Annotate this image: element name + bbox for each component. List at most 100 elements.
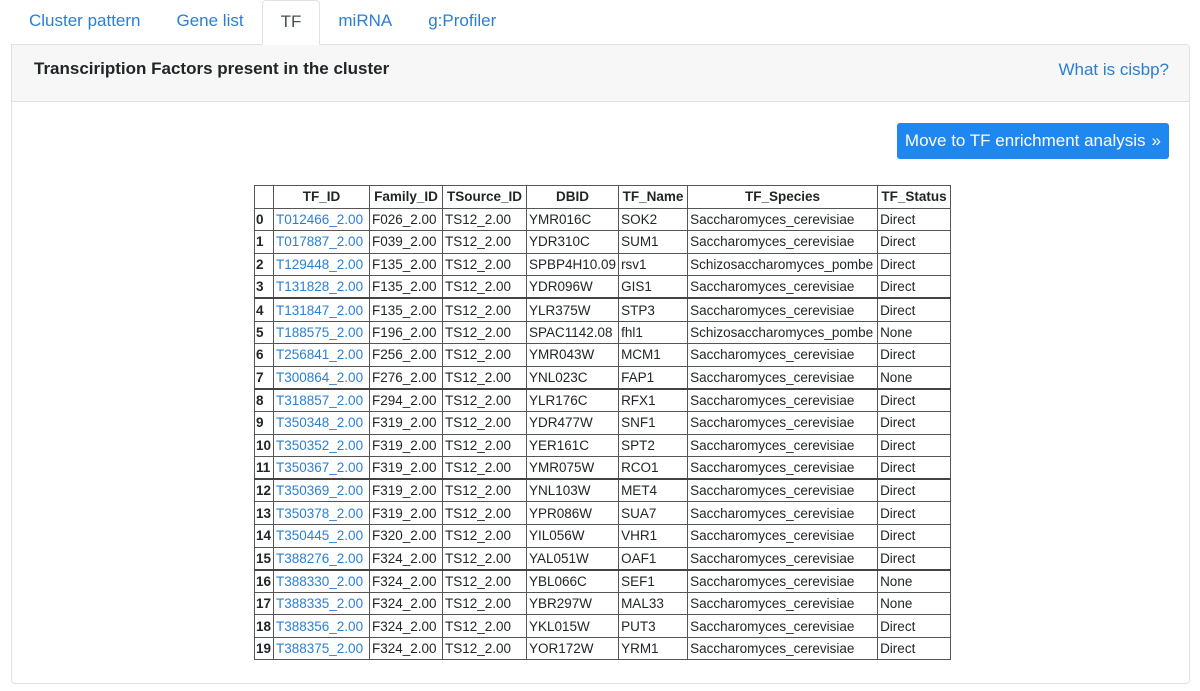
tf-status: Direct [877,478,952,503]
family-id: F276_2.00 [369,365,443,390]
tsource-id: TS12_2.00 [442,614,527,638]
tf-id-link[interactable]: T350445_2.00 [273,523,370,548]
tf-id-link[interactable]: T318857_2.00 [273,387,370,412]
what-is-cisbp-link[interactable]: What is cisbp? [1058,60,1169,80]
tf-species: Saccharomyces_cerevisiae [687,387,879,412]
tsource-id: TS12_2.00 [442,456,527,480]
column-header: Family_ID [369,185,443,209]
row-index: 16 [254,568,274,593]
dbid: YDR096W [525,275,620,299]
family-id: F319_2.00 [369,478,443,503]
tf-name: rsv1 [618,252,689,277]
tf-id-link[interactable]: T256841_2.00 [273,343,370,367]
tf-name: SEF1 [618,568,689,593]
tf-id-link[interactable]: T131828_2.00 [273,275,370,299]
family-id: F319_2.00 [369,410,443,435]
tf-id-link[interactable]: T017887_2.00 [273,230,370,254]
dbid: YER161C [525,433,620,458]
table-header-row: TF_ID Family_ID TSource_ID DBID TF_Name TF_Sp… [254,185,952,209]
tf-id-link[interactable]: T129448_2.00 [273,252,370,277]
tf-status: None [877,320,952,345]
family-id: F319_2.00 [369,433,443,458]
dbid: YKL015W [525,614,620,638]
row-index: 11 [254,456,274,480]
tf-id-link[interactable]: T350369_2.00 [273,478,370,503]
family-id: F320_2.00 [369,523,443,548]
tf-id-link[interactable]: T188575_2.00 [273,320,370,345]
tsource-id: TS12_2.00 [442,297,527,322]
table-row: 5 T188575_2.00 F196_2.00 TS12_2.00 SPAC1142.… [254,320,952,345]
row-index: 17 [254,591,274,616]
tf-species: Saccharomyces_cerevisiae [687,478,879,503]
table-row: 16 T388330_2.00 F324_2.00 TS12_2.00 YBL066C S… [254,568,952,593]
move-button-label: Move to TF enrichment analysis [904,131,1146,150]
dbid: YOR172W [525,636,620,661]
table-row: 3 T131828_2.00 F135_2.00 TS12_2.00 YDR096W GI… [254,275,952,299]
tf-species: Saccharomyces_cerevisiae [687,614,879,638]
tf-status: None [877,365,952,390]
dbid: YPR086W [525,501,620,525]
tf-species: Saccharomyces_cerevisiae [687,410,879,435]
row-index: 3 [254,275,274,299]
tf-id-link[interactable]: T350367_2.00 [273,456,370,480]
tf-species: Saccharomyces_cerevisiae [687,568,879,593]
column-header: TF_Status [877,185,952,209]
column-header: DBID [525,185,620,209]
row-index: 0 [254,207,274,232]
tsource-id: TS12_2.00 [442,433,527,458]
tsource-id: TS12_2.00 [442,478,527,503]
tf-id-link[interactable]: T131847_2.00 [273,297,370,322]
tsource-id: TS12_2.00 [442,546,527,571]
dbid: YDR310C [525,230,620,254]
tab-mirna[interactable]: miRNA [320,0,410,45]
family-id: F196_2.00 [369,320,443,345]
tab-gprofiler[interactable]: g:Profiler [410,0,514,45]
tf-name: STP3 [618,297,689,322]
tf-id-link[interactable]: T350378_2.00 [273,501,370,525]
table-row: 17 T388335_2.00 F324_2.00 TS12_2.00 YBR297W M… [254,591,952,616]
column-header [254,185,274,209]
tf-status: Direct [877,456,952,480]
column-header: TSource_ID [442,185,527,209]
tab-gene-list[interactable]: Gene list [159,0,262,45]
tf-id-link[interactable]: T388335_2.00 [273,591,370,616]
tf-name: RFX1 [618,387,689,412]
tf-id-link[interactable]: T350348_2.00 [273,410,370,435]
tf-id-link[interactable]: T350352_2.00 [273,433,370,458]
tf-name: SUM1 [618,230,689,254]
table-row: 1 T017887_2.00 F039_2.00 TS12_2.00 YDR310C SU… [254,230,952,254]
column-header: TF_Name [618,185,689,209]
tf-id-link[interactable]: T388276_2.00 [273,546,370,571]
row-index: 10 [254,433,274,458]
tf-status: Direct [877,343,952,367]
tsource-id: TS12_2.00 [442,275,527,299]
tf-status: Direct [877,636,952,661]
row-index: 15 [254,546,274,571]
tf-species: Saccharomyces_cerevisiae [687,297,879,322]
tab-cluster-pattern[interactable]: Cluster pattern [11,0,159,45]
tf-name: OAF1 [618,546,689,571]
tsource-id: TS12_2.00 [442,230,527,254]
tf-name: SUA7 [618,501,689,525]
column-header: TF_ID [273,185,370,209]
tf-species: Saccharomyces_cerevisiae [687,591,879,616]
tf-id-link[interactable]: T388375_2.00 [273,636,370,661]
tab-tf[interactable]: TF [261,0,321,45]
dbid: YMR043W [525,343,620,367]
tf-name: GIS1 [618,275,689,299]
tsource-id: TS12_2.00 [442,387,527,412]
row-index: 18 [254,614,274,638]
tf-id-link[interactable]: T388330_2.00 [273,568,370,593]
dbid: SPAC1142.08 [525,320,620,345]
tf-id-link[interactable]: T012466_2.00 [273,207,370,232]
column-header: TF_Species [687,185,879,209]
tf-id-link[interactable]: T388356_2.00 [273,614,370,638]
row-index: 1 [254,230,274,254]
tf-species: Saccharomyces_cerevisiae [687,636,879,661]
move-to-tf-enrichment-button[interactable]: Move to TF enrichment analysis » [896,123,1169,159]
tf-status: Direct [877,275,952,299]
tf-id-link[interactable]: T300864_2.00 [273,365,370,390]
tf-species: Saccharomyces_cerevisiae [687,433,879,458]
family-id: F319_2.00 [369,456,443,480]
family-id: F256_2.00 [369,343,443,367]
